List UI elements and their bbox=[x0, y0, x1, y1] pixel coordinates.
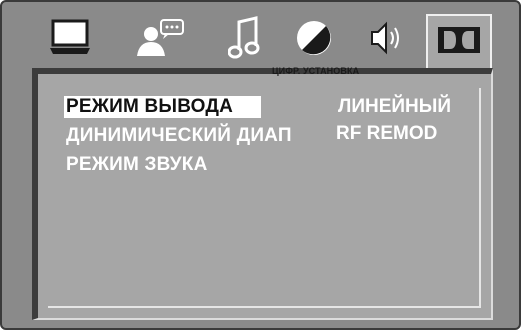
monitor-icon bbox=[48, 19, 92, 57]
dolby-digital-icon bbox=[436, 25, 482, 55]
speaker-icon bbox=[364, 18, 404, 58]
settings-panel-inner bbox=[48, 88, 481, 308]
setup-menu-window: ЦИФР. УСТАНОВКА РЕЖИМ ВЫВОДА ЛИНЕЙНЫЙ ДИ… bbox=[0, 0, 521, 330]
tab-general[interactable] bbox=[40, 12, 100, 64]
music-note-icon bbox=[228, 16, 262, 60]
category-tab-bar bbox=[22, 12, 502, 90]
user-chat-icon bbox=[133, 18, 187, 58]
tab-speaker[interactable] bbox=[354, 12, 414, 64]
tab-language[interactable] bbox=[130, 12, 190, 64]
tab-video[interactable] bbox=[284, 12, 344, 64]
menu-item-sound-mode[interactable]: РЕЖИМ ЗВУКА bbox=[66, 154, 208, 176]
value-dynamic-range: RF REMOD bbox=[336, 123, 438, 144]
tab-caption: ЦИФР. УСТАНОВКА bbox=[272, 66, 360, 76]
contrast-circle-icon bbox=[294, 18, 334, 58]
tab-audio[interactable] bbox=[215, 12, 275, 64]
value-output-mode: ЛИНЕЙНЫЙ bbox=[338, 96, 452, 117]
menu-item-dynamic-range[interactable]: ДИНИМИЧЕСКИЙ ДИАП bbox=[66, 125, 292, 147]
menu-item-output-mode[interactable]: РЕЖИМ ВЫВОДА bbox=[64, 96, 262, 118]
